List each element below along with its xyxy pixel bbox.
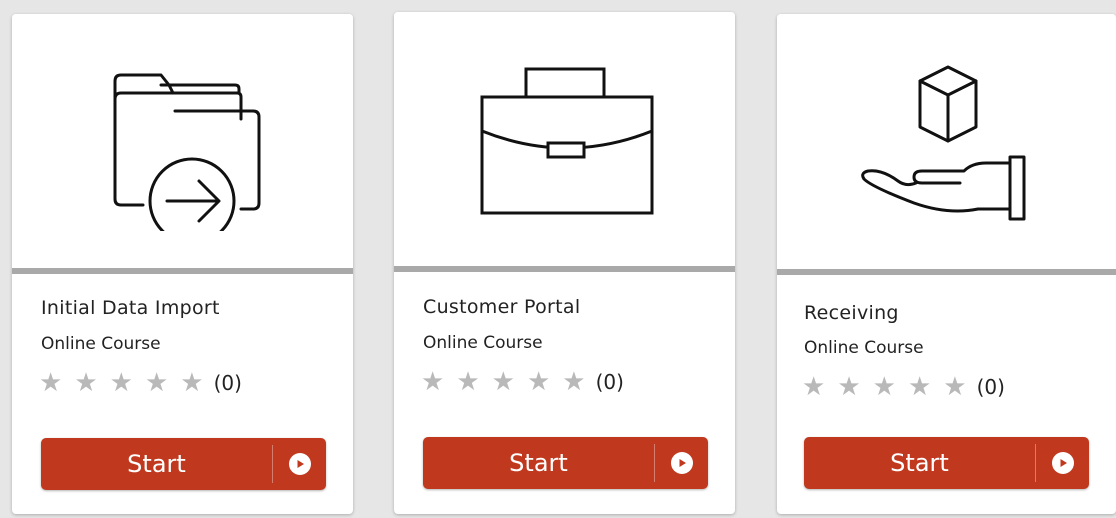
rating: ★ ★ ★ ★ ★ (0) [39,370,242,396]
start-button-label: Start [890,449,949,477]
start-button-label: Start [509,449,568,477]
star-icon[interactable]: ★ [74,370,97,396]
rating: ★ ★ ★ ★ ★ (0) [802,374,1005,400]
start-button[interactable]: Start [804,437,1089,489]
rating-count: (0) [595,370,624,394]
star-icon[interactable]: ★ [110,370,133,396]
star-icon[interactable]: ★ [39,370,62,396]
divider [777,269,1116,275]
star-icon[interactable]: ★ [421,369,444,395]
star-icon[interactable]: ★ [492,369,515,395]
star-icon[interactable]: ★ [802,374,825,400]
course-type: Online Course [41,334,161,354]
star-icon[interactable]: ★ [456,369,479,395]
divider [12,268,353,274]
course-title[interactable]: Initial Data Import [41,297,220,319]
play-icon [273,453,326,475]
box-hand-icon [860,65,1025,220]
folder-arrow-icon [113,73,260,231]
course-card: Receiving Online Course ★ ★ ★ ★ ★ (0) St… [777,14,1116,514]
star-icon[interactable]: ★ [180,370,203,396]
rating-count: (0) [976,375,1005,399]
course-thumbnail[interactable] [777,14,1116,269]
star-icon[interactable]: ★ [873,374,896,400]
star-icon[interactable]: ★ [145,370,168,396]
course-title[interactable]: Receiving [804,302,899,324]
course-thumbnail[interactable] [12,14,353,268]
play-icon [655,452,708,474]
star-icon[interactable]: ★ [527,369,550,395]
rating: ★ ★ ★ ★ ★ (0) [421,369,624,395]
start-button[interactable]: Start [423,437,708,489]
course-type: Online Course [804,338,924,358]
play-icon [1036,452,1089,474]
course-title[interactable]: Customer Portal [423,296,580,318]
star-icon[interactable]: ★ [837,374,860,400]
star-icon[interactable]: ★ [908,374,931,400]
course-thumbnail[interactable] [394,12,735,266]
rating-count: (0) [213,371,242,395]
star-icon[interactable]: ★ [943,374,966,400]
briefcase-icon [480,67,653,215]
star-icon[interactable]: ★ [562,369,585,395]
start-button[interactable]: Start [41,438,326,490]
divider [394,266,735,272]
start-button-label: Start [127,450,186,478]
course-type: Online Course [423,333,543,353]
course-card: Customer Portal Online Course ★ ★ ★ ★ ★ … [394,12,735,514]
course-card: Initial Data Import Online Course ★ ★ ★ … [12,14,353,514]
